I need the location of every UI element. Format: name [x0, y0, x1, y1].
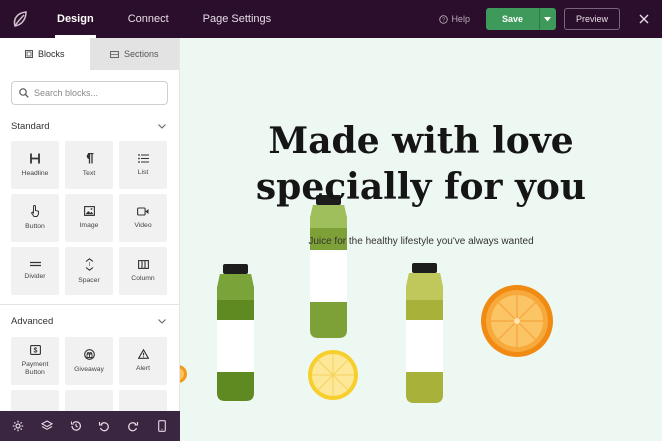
list-icon [137, 153, 149, 163]
blocks-icon [24, 50, 33, 58]
hero-headline-line2: specially for you [255, 166, 587, 208]
search-input[interactable] [34, 88, 164, 98]
chevron-down-icon [158, 318, 166, 324]
advanced-section-header[interactable]: Advanced [0, 311, 179, 331]
caret-down-icon [544, 16, 552, 21]
advanced-section-title: Advanced [11, 315, 54, 327]
tab-design[interactable]: Design [40, 0, 111, 38]
top-bar: Design Connect Page Settings ? Help Save… [0, 0, 662, 38]
layers-icon [40, 420, 53, 430]
block-payment-button[interactable]: $ Payment Button [11, 337, 59, 385]
tab-blocks[interactable]: Blocks [0, 38, 90, 70]
tab-page-settings[interactable]: Page Settings [186, 0, 289, 38]
page-canvas: Made with love specially for you Juice f… [180, 38, 662, 441]
block-alert[interactable]: Alert [119, 337, 167, 385]
tab-connect[interactable]: Connect [111, 0, 186, 38]
block-spacer[interactable]: Spacer [65, 247, 113, 295]
spacer-icon [85, 257, 93, 271]
close-button[interactable] [632, 0, 656, 38]
block-column[interactable]: Column [119, 247, 167, 295]
block-divider[interactable]: Divider [11, 247, 59, 295]
block-more-3[interactable] [119, 390, 167, 411]
redo-icon [128, 422, 139, 432]
block-more-2[interactable] [65, 390, 113, 411]
block-image[interactable]: Image [65, 194, 113, 242]
tab-blocks-label: Blocks [37, 49, 65, 59]
save-options-button[interactable] [538, 8, 556, 30]
preview-button[interactable]: Preview [563, 8, 620, 30]
redo-button[interactable] [122, 415, 144, 437]
svg-text:$: $ [33, 348, 37, 355]
svg-text:?: ? [442, 17, 445, 23]
sections-icon [109, 50, 119, 58]
revisions-button[interactable] [65, 415, 87, 437]
gear-icon [13, 420, 24, 432]
pointer-icon [30, 205, 39, 218]
block-button-label: Button [25, 223, 45, 231]
advanced-blocks-grid: $ Payment Button Giveaway Alert [0, 337, 179, 411]
undo-icon [99, 422, 110, 432]
block-payment-button-label: Payment Button [21, 361, 49, 376]
video-icon [137, 207, 149, 216]
block-headline-label: Headline [21, 169, 49, 177]
block-headline[interactable]: Headline [11, 141, 59, 189]
alert-icon [137, 349, 149, 359]
block-button[interactable]: Button [11, 194, 59, 242]
payment-icon: $ [29, 345, 41, 356]
hero-headline[interactable]: Made with love specially for you [180, 118, 662, 210]
help-icon: ? [439, 14, 449, 24]
blocks-sidebar: Blocks Sections Standard Headline Text L… [0, 38, 180, 411]
block-giveaway-label: Giveaway [74, 365, 104, 373]
block-list-label: List [137, 168, 149, 176]
tab-sections[interactable]: Sections [89, 38, 179, 70]
divider-icon [29, 261, 41, 267]
mobile-icon [157, 420, 166, 432]
search-box [11, 81, 168, 105]
block-giveaway[interactable]: Giveaway [65, 337, 113, 385]
block-spacer-label: Spacer [78, 276, 100, 284]
block-more-1[interactable] [11, 390, 59, 411]
standard-section-header[interactable]: Standard [0, 116, 179, 136]
help-link[interactable]: ? Help [439, 14, 470, 24]
hero-subtitle[interactable]: Juice for the healthy lifestyle you've a… [180, 236, 662, 247]
chevron-down-icon [158, 123, 166, 129]
block-text[interactable]: Text [65, 141, 113, 189]
column-icon [137, 259, 149, 269]
block-alert-label: Alert [136, 365, 150, 373]
help-label: Help [451, 14, 470, 24]
paragraph-icon [86, 152, 94, 164]
hero-headline-line1: Made with love [268, 120, 574, 162]
layers-button[interactable] [36, 415, 58, 437]
standard-section-title: Standard [11, 120, 50, 132]
block-divider-label: Divider [24, 273, 46, 281]
seedprod-logo-icon[interactable] [0, 0, 40, 38]
tab-sections-label: Sections [123, 49, 159, 59]
standard-blocks-grid: Headline Text List Button Image Video Di… [0, 141, 179, 295]
close-icon [639, 14, 649, 24]
section-divider [0, 304, 179, 305]
block-text-label: Text [82, 169, 96, 177]
image-icon [83, 206, 95, 217]
block-list[interactable]: List [119, 141, 167, 189]
block-video-label: Video [134, 221, 152, 229]
headline-icon [30, 153, 40, 164]
global-settings-button[interactable] [7, 415, 29, 437]
block-image-label: Image [79, 222, 99, 230]
undo-button[interactable] [93, 415, 115, 437]
history-icon [70, 421, 81, 431]
mobile-preview-button[interactable] [151, 415, 173, 437]
block-video[interactable]: Video [119, 194, 167, 242]
giveaway-icon [83, 348, 95, 360]
bottom-toolbar [0, 411, 180, 441]
save-button[interactable]: Save [485, 8, 539, 30]
search-icon [19, 88, 29, 98]
block-column-label: Column [131, 274, 155, 282]
